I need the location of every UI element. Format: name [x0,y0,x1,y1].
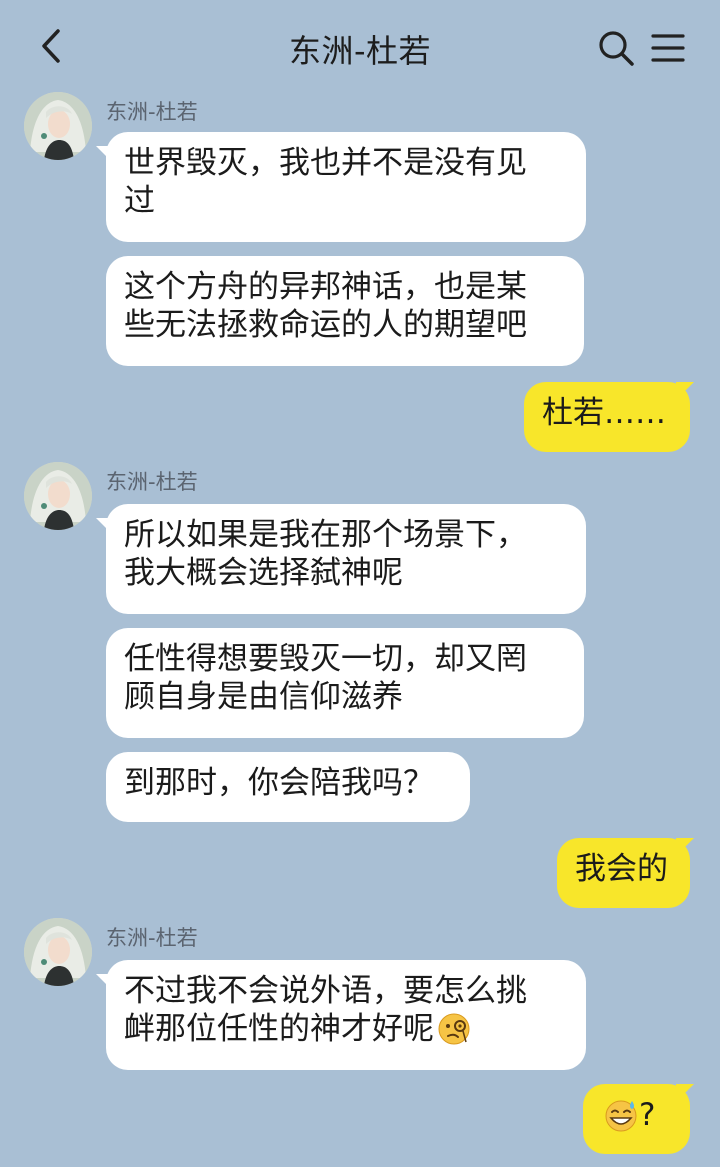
avatar[interactable] [24,92,92,160]
message-line: 我大概会选择弑神呢 [124,555,403,591]
search-icon[interactable] [596,28,636,68]
chat-header: 东洲-杜若 [0,0,720,92]
grinning-sweat-icon [605,1100,637,1132]
incoming-message-bubble[interactable]: 任性得想要毁灭一切，却又罔 顾自身是由信仰滋养 [106,628,584,738]
incoming-message-bubble[interactable]: 所以如果是我在那个场景下， 我大概会选择弑神呢 [106,504,586,614]
incoming-message-bubble[interactable]: 不过我不会说外语，要怎么挑 衅那位任性的神才好呢 [106,960,586,1070]
bubble-tail [96,518,114,536]
incoming-message-bubble[interactable]: 这个方舟的异邦神话，也是某 些无法拯救命运的人的期望吧 [106,256,584,366]
avatar-portrait-icon [24,918,92,986]
message-line: ? [639,1097,656,1133]
incoming-message-bubble[interactable]: 到那时，你会陪我吗？ [106,752,470,822]
message-line: 我会的 [575,851,668,887]
sender-name: 东洲-杜若 [106,470,198,494]
sender-name: 东洲-杜若 [106,100,198,124]
message-line: 衅那位任性的神才好呢 [124,1011,434,1047]
message-line: 不过我不会说外语，要怎么挑 [124,973,527,1009]
avatar-portrait-icon [24,92,92,160]
message-line: 过 [124,183,155,219]
avatar[interactable] [24,462,92,530]
message-line: 世界毁灭，我也并不是没有见 [124,145,527,181]
message-line-with-emoji: ? [601,1096,672,1134]
message-line: 这个方舟的异邦神话，也是某 [124,269,527,305]
avatar-portrait-icon [24,462,92,530]
message-line: 顾自身是由信仰滋养 [124,679,403,715]
message-line: 任性得想要毁灭一切，却又罔 [124,641,527,677]
incoming-message-bubble[interactable]: 世界毁灭，我也并不是没有见 过 [106,132,586,242]
bubble-tail [96,146,114,164]
monocle-face-icon [438,1013,470,1045]
message-line: 杜若…… [542,395,666,431]
sender-name: 东洲-杜若 [106,926,198,950]
outgoing-message-bubble[interactable]: ? [583,1084,690,1154]
message-line-with-emoji: 衅那位任性的神才好呢 [124,1010,568,1048]
outgoing-message-bubble[interactable]: 我会的 [557,838,690,908]
message-line: 所以如果是我在那个场景下， [124,517,527,553]
message-line: 到那时，你会陪我吗？ [124,765,434,801]
menu-icon[interactable] [650,30,686,66]
avatar[interactable] [24,918,92,986]
bubble-tail [96,974,114,992]
back-arrow-icon[interactable] [36,26,66,66]
message-line: 些无法拯救命运的人的期望吧 [124,307,527,343]
outgoing-message-bubble[interactable]: 杜若…… [524,382,690,452]
